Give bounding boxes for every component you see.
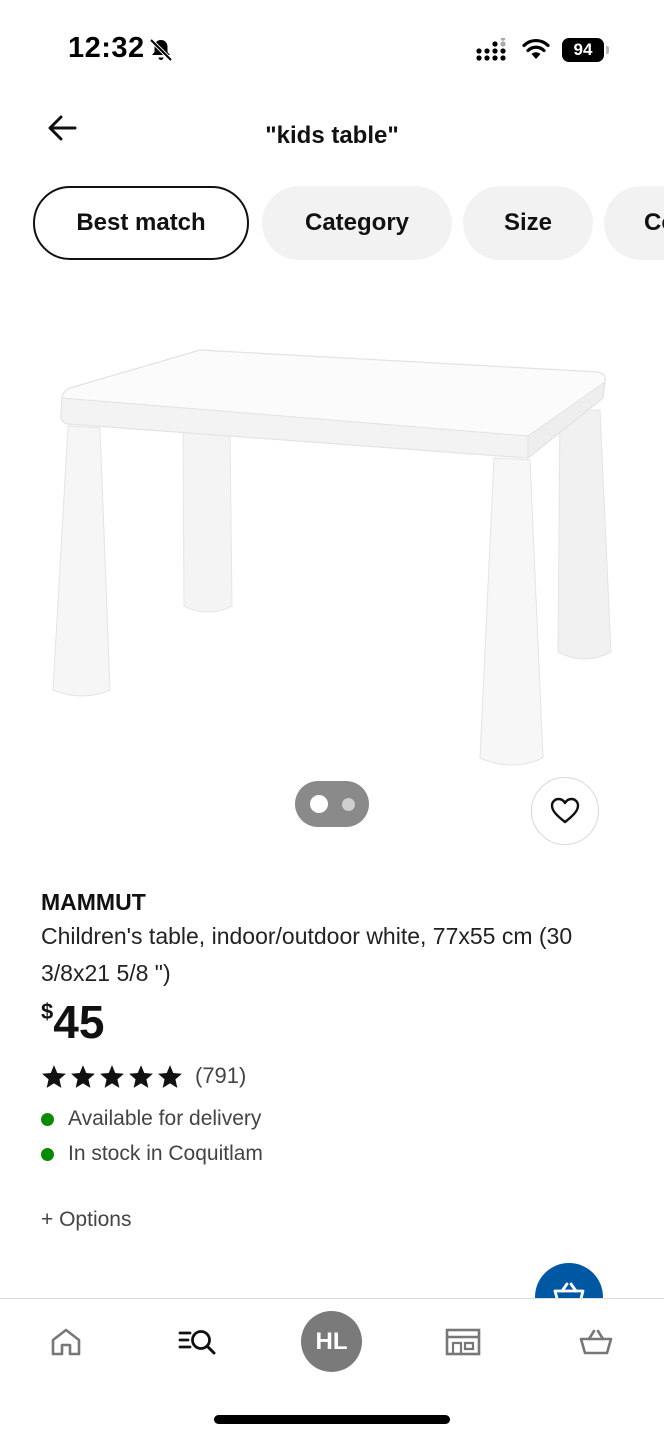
options-link[interactable]: + Options — [41, 1208, 131, 1232]
battery-level: 94 — [562, 38, 604, 62]
star-icon — [42, 1064, 66, 1088]
home-indicator[interactable] — [214, 1415, 450, 1424]
filter-chip-size[interactable]: Size — [463, 186, 593, 260]
nav-stores[interactable] — [431, 1317, 495, 1367]
status-dot-green — [41, 1112, 54, 1126]
bell-slash-icon — [149, 38, 173, 62]
status-bar: 12:32 94 — [0, 0, 664, 100]
price-amount: 45 — [53, 996, 105, 1048]
home-icon — [51, 1328, 81, 1356]
carousel-dot — [341, 797, 355, 811]
availability-delivery: Available for delivery — [41, 1105, 261, 1133]
rating-stars — [41, 1064, 183, 1089]
star-icon — [129, 1064, 153, 1088]
availability-store: In stock in Coquitlam — [41, 1140, 263, 1168]
rating-count: (791) — [195, 1063, 247, 1088]
battery-icon: 94 — [562, 38, 610, 62]
status-dot-green — [41, 1147, 54, 1161]
price-currency: $ — [41, 999, 54, 1024]
nav-search[interactable] — [166, 1317, 230, 1367]
nav-cart[interactable] — [564, 1317, 628, 1367]
nav-home[interactable] — [34, 1317, 98, 1367]
availability-store-text: In stock in Coquitlam — [68, 1142, 263, 1165]
product-name[interactable]: MAMMUT — [41, 889, 146, 916]
product-price: $45 — [41, 995, 104, 1049]
star-icon — [158, 1064, 182, 1088]
white-kids-table-image[interactable] — [0, 300, 664, 780]
availability-delivery-text: Available for delivery — [68, 1107, 262, 1130]
star-icon — [71, 1064, 95, 1088]
product-description: Children's table, indoor/outdoor white, … — [41, 923, 573, 986]
filter-chip-row[interactable]: Best match Category Size Co — [0, 186, 664, 262]
cart-icon — [579, 1329, 613, 1355]
battery-tip — [606, 46, 609, 54]
filter-chip-category[interactable]: Category — [262, 186, 452, 260]
filter-chip-color[interactable]: Co — [604, 186, 664, 260]
favorite-button[interactable] — [531, 777, 599, 845]
product-rating[interactable]: (791) — [41, 1061, 246, 1091]
filter-chip-best-match[interactable]: Best match — [33, 186, 249, 260]
bottom-navigation: HL — [0, 1298, 664, 1440]
search-icon — [178, 1330, 216, 1355]
status-time: 12:32 — [68, 32, 145, 64]
nav-profile-avatar[interactable]: HL — [301, 1311, 362, 1372]
signal-icon — [476, 38, 506, 61]
wifi-icon — [522, 38, 550, 59]
heart-icon — [550, 797, 580, 824]
store-icon — [445, 1328, 481, 1356]
image-carousel-indicator[interactable] — [295, 781, 369, 827]
page-title: "kids table" — [265, 122, 399, 149]
star-icon — [100, 1064, 124, 1088]
carousel-dot-active — [309, 795, 328, 813]
